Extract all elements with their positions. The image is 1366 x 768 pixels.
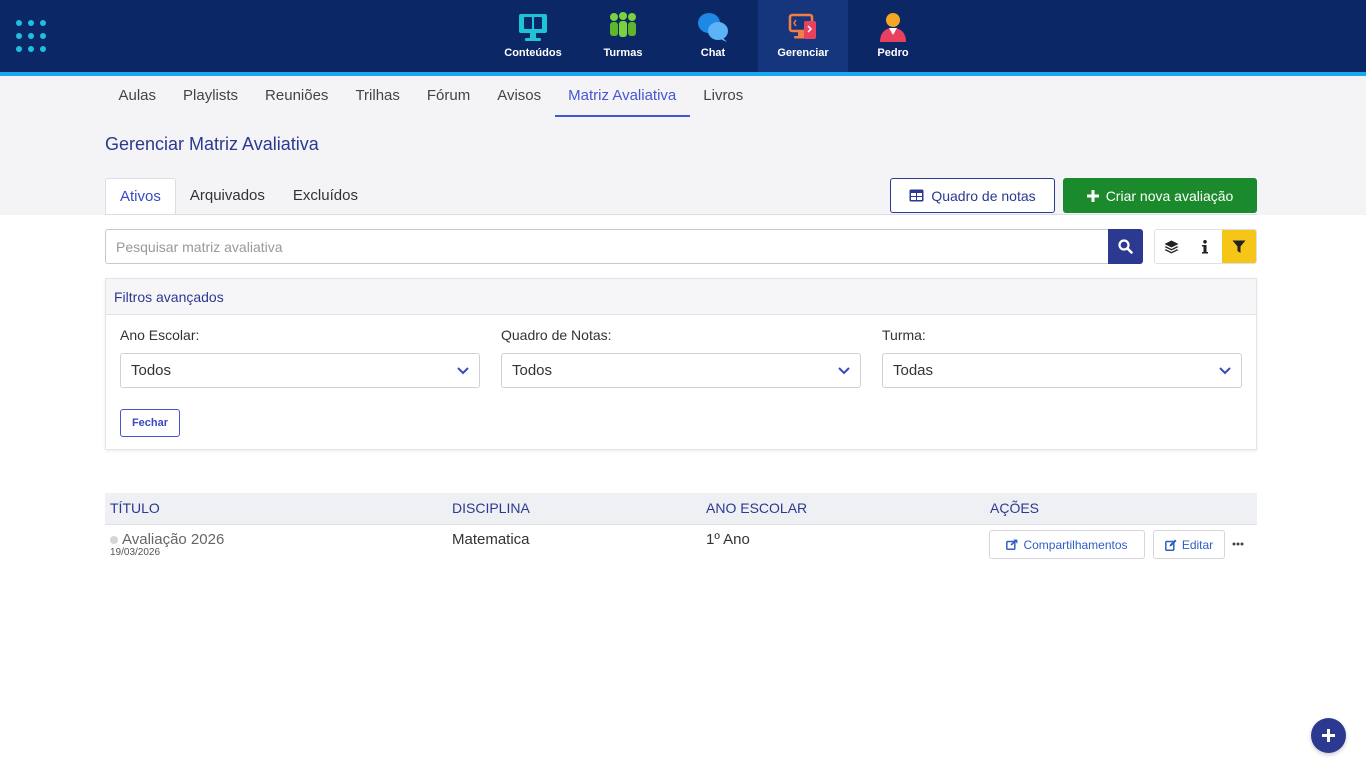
quadro-notas-select[interactable]: Todos bbox=[501, 353, 861, 388]
subnav-item-avisos[interactable]: Avisos bbox=[484, 76, 555, 117]
nav-label: Gerenciar bbox=[777, 47, 829, 59]
main-nav: Conteúdos Turmas Chat Gerenciar Pedro bbox=[488, 0, 938, 72]
monitor-book-icon bbox=[519, 14, 547, 41]
filter-label: Quadro de Notas: bbox=[501, 327, 612, 343]
column-header-grade[interactable]: ANO ESCOLAR bbox=[706, 493, 807, 525]
close-filters-button[interactable]: Fechar bbox=[120, 409, 180, 437]
layers-icon bbox=[1164, 240, 1179, 253]
select-value: Todas bbox=[893, 362, 934, 379]
subnav-item-forum[interactable]: Fórum bbox=[413, 76, 483, 117]
share-label: Compartilhamentos bbox=[1023, 537, 1128, 552]
row-discipline: Matematica bbox=[452, 531, 530, 548]
sub-navigation: Aulas Playlists Reuniões Trilhas Fórum A… bbox=[105, 76, 757, 117]
filter-button[interactable] bbox=[1221, 230, 1256, 263]
plus-icon bbox=[1086, 189, 1099, 202]
subnav-item-playlists[interactable]: Playlists bbox=[170, 76, 252, 117]
subnav-item-trilhas[interactable]: Trilhas bbox=[342, 76, 413, 117]
row-date: 19/03/2026 bbox=[110, 547, 161, 558]
filter-label: Ano Escolar: bbox=[120, 327, 200, 343]
filter-label: Turma: bbox=[882, 327, 926, 343]
create-assessment-button[interactable]: Criar nova avaliação bbox=[1063, 178, 1257, 213]
filter-ano-escolar: Ano Escolar: Todos bbox=[120, 327, 480, 388]
column-header-actions: AÇÕES bbox=[990, 500, 1040, 516]
subnav-item-reunioes[interactable]: Reuniões bbox=[252, 76, 342, 117]
edit-icon bbox=[1164, 539, 1177, 551]
filter-icon bbox=[1232, 240, 1246, 253]
edit-button[interactable]: Editar bbox=[1153, 530, 1225, 559]
share-button[interactable]: Compartilhamentos bbox=[989, 530, 1145, 559]
info-icon bbox=[1202, 239, 1209, 253]
table-icon bbox=[909, 189, 924, 202]
edit-label: Editar bbox=[1181, 537, 1214, 552]
people-group-icon bbox=[610, 12, 636, 37]
page-title: Gerenciar Matriz Avaliativa bbox=[105, 134, 319, 154]
tabs-divider bbox=[105, 214, 1257, 215]
column-header-title[interactable]: TÍTULO bbox=[110, 493, 160, 525]
subnav-item-livros[interactable]: Livros bbox=[690, 76, 757, 117]
apps-grid-icon[interactable] bbox=[16, 20, 50, 52]
view-tools bbox=[1154, 229, 1257, 264]
search-icon bbox=[1118, 239, 1133, 254]
table-header: TÍTULO DISCIPLINA ANO ESCOLAR AÇÕES bbox=[105, 493, 1257, 525]
turma-select[interactable]: Todas bbox=[882, 353, 1242, 388]
ano-escolar-select[interactable]: Todos bbox=[120, 353, 480, 388]
status-tabs: Ativos Arquivados Excluídos bbox=[105, 178, 372, 215]
nav-item-pedro[interactable]: Pedro bbox=[848, 0, 938, 72]
row-title-text: Avaliação 2026 bbox=[122, 531, 225, 548]
floating-add-button[interactable] bbox=[1311, 718, 1346, 753]
chevron-down-icon bbox=[1219, 366, 1231, 374]
grades-board-label: Quadro de notas bbox=[931, 187, 1036, 204]
row-grade: 1º Ano bbox=[706, 531, 750, 548]
top-navigation-bar: Conteúdos Turmas Chat Gerenciar Pedro bbox=[0, 0, 1366, 72]
subnav-item-matriz-avaliativa[interactable]: Matriz Avaliativa bbox=[554, 76, 690, 117]
select-value: Todos bbox=[131, 362, 172, 379]
search-input[interactable] bbox=[105, 229, 1109, 264]
user-avatar-icon bbox=[880, 13, 906, 42]
more-options-icon[interactable] bbox=[1229, 535, 1247, 553]
filter-turma: Turma: Todas bbox=[882, 327, 1242, 388]
nav-label: Turmas bbox=[603, 47, 643, 59]
search-button[interactable] bbox=[1108, 229, 1143, 264]
advanced-filters-panel: Filtros avançados Ano Escolar: Todos Qua… bbox=[105, 278, 1257, 450]
chat-bubbles-icon bbox=[698, 13, 728, 42]
advanced-filters-title: Filtros avançados bbox=[106, 279, 1256, 315]
nav-item-turmas[interactable]: Turmas bbox=[578, 0, 668, 72]
grades-board-button[interactable]: Quadro de notas bbox=[890, 178, 1055, 213]
row-title[interactable]: Avaliação 2026 bbox=[110, 531, 224, 548]
nav-label: Chat bbox=[700, 47, 726, 59]
tab-arquivados[interactable]: Arquivados bbox=[176, 178, 279, 215]
nav-label: Pedro bbox=[877, 47, 909, 59]
chevron-down-icon bbox=[457, 366, 469, 374]
nav-item-chat[interactable]: Chat bbox=[668, 0, 758, 72]
layers-button[interactable] bbox=[1155, 230, 1189, 263]
filter-quadro-notas: Quadro de Notas: Todos bbox=[501, 327, 861, 388]
manage-devices-icon bbox=[788, 13, 816, 39]
plus-icon bbox=[1322, 729, 1335, 742]
nav-label: Conteúdos bbox=[504, 47, 562, 59]
create-assessment-label: Criar nova avaliação bbox=[1105, 187, 1234, 204]
select-value: Todos bbox=[512, 362, 553, 379]
chevron-down-icon bbox=[838, 366, 850, 374]
status-dot-icon bbox=[110, 535, 118, 544]
share-icon bbox=[1006, 539, 1018, 550]
nav-item-conteudos[interactable]: Conteúdos bbox=[488, 0, 578, 72]
info-button[interactable] bbox=[1188, 230, 1222, 263]
subnav-item-aulas[interactable]: Aulas bbox=[105, 76, 170, 117]
column-header-discipline[interactable]: DISCIPLINA bbox=[452, 493, 530, 525]
tab-ativos[interactable]: Ativos bbox=[105, 178, 176, 215]
nav-item-gerenciar[interactable]: Gerenciar bbox=[758, 0, 848, 72]
tab-excluidos[interactable]: Excluídos bbox=[279, 178, 372, 215]
